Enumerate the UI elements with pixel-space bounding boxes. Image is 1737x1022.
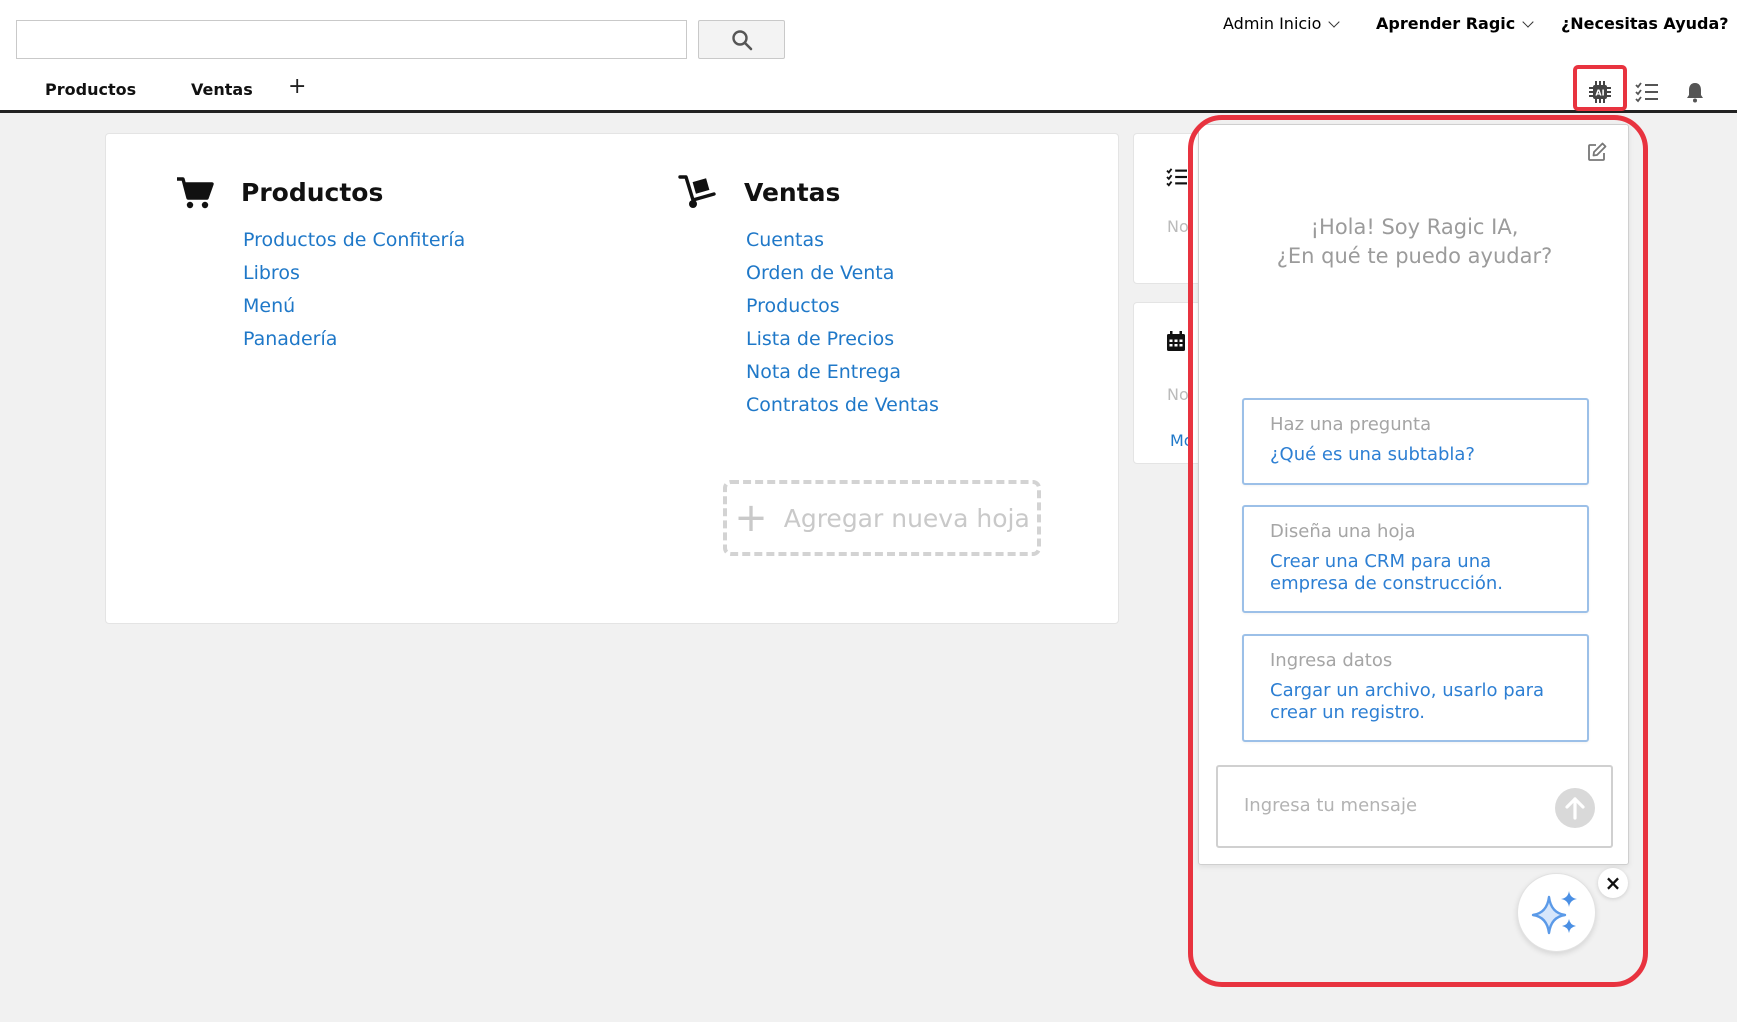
task-list-icon xyxy=(1635,82,1658,103)
side-card-empty-text: No xyxy=(1167,217,1189,236)
tab-ventas[interactable]: Ventas xyxy=(191,80,253,99)
learn-ragic-label: Aprender Ragic xyxy=(1376,14,1516,33)
ai-button-highlight xyxy=(1573,65,1627,111)
bell-icon xyxy=(1687,83,1703,103)
learn-ragic-menu[interactable]: Aprender Ragic xyxy=(1376,14,1534,33)
search-icon xyxy=(731,29,752,50)
notifications-button[interactable] xyxy=(1681,78,1709,106)
task-list-icon xyxy=(1166,168,1187,187)
plus-icon: + xyxy=(734,495,768,541)
search-button[interactable] xyxy=(698,20,785,59)
link-libros[interactable]: Libros xyxy=(243,262,300,284)
link-contratos-de-ventas[interactable]: Contratos de Ventas xyxy=(746,394,939,416)
add-sheet-label: Agregar nueva hoja xyxy=(783,503,1030,533)
chevron-down-icon xyxy=(1522,15,1534,28)
hand-truck-icon xyxy=(678,175,716,208)
add-tab-button[interactable]: + xyxy=(288,74,306,99)
link-productos[interactable]: Productos xyxy=(746,295,840,317)
chevron-down-icon xyxy=(1328,15,1341,28)
add-sheet-button[interactable]: + Agregar nueva hoja xyxy=(723,480,1041,556)
link-cuentas[interactable]: Cuentas xyxy=(746,229,824,251)
side-card-empty-text: No xyxy=(1167,385,1189,404)
task-list-button[interactable] xyxy=(1633,78,1661,106)
link-lista-de-precios[interactable]: Lista de Precios xyxy=(746,328,894,350)
tab-productos[interactable]: Productos xyxy=(45,80,136,99)
admin-home-label: Admin Inicio xyxy=(1223,14,1322,33)
ai-panel-highlight xyxy=(1188,115,1648,987)
admin-home-menu[interactable]: Admin Inicio xyxy=(1223,14,1341,33)
section-title-ventas: Ventas xyxy=(744,178,841,207)
link-menu[interactable]: Menú xyxy=(243,295,295,317)
link-nota-de-entrega[interactable]: Nota de Entrega xyxy=(746,361,901,383)
link-productos-de-confiteria[interactable]: Productos de Confitería xyxy=(243,229,465,251)
help-menu[interactable]: ¿Necesitas Ayuda? xyxy=(1561,14,1729,33)
help-label: ¿Necesitas Ayuda? xyxy=(1561,14,1729,33)
link-panaderia[interactable]: Panadería xyxy=(243,328,337,350)
top-bar: Admin Inicio Aprender Ragic ¿Necesitas A… xyxy=(0,0,1737,113)
search-input[interactable] xyxy=(16,20,687,59)
calendar-icon xyxy=(1167,331,1185,351)
section-title-productos: Productos xyxy=(241,178,384,207)
cart-icon xyxy=(177,177,214,209)
link-orden-de-venta[interactable]: Orden de Venta xyxy=(746,262,894,284)
